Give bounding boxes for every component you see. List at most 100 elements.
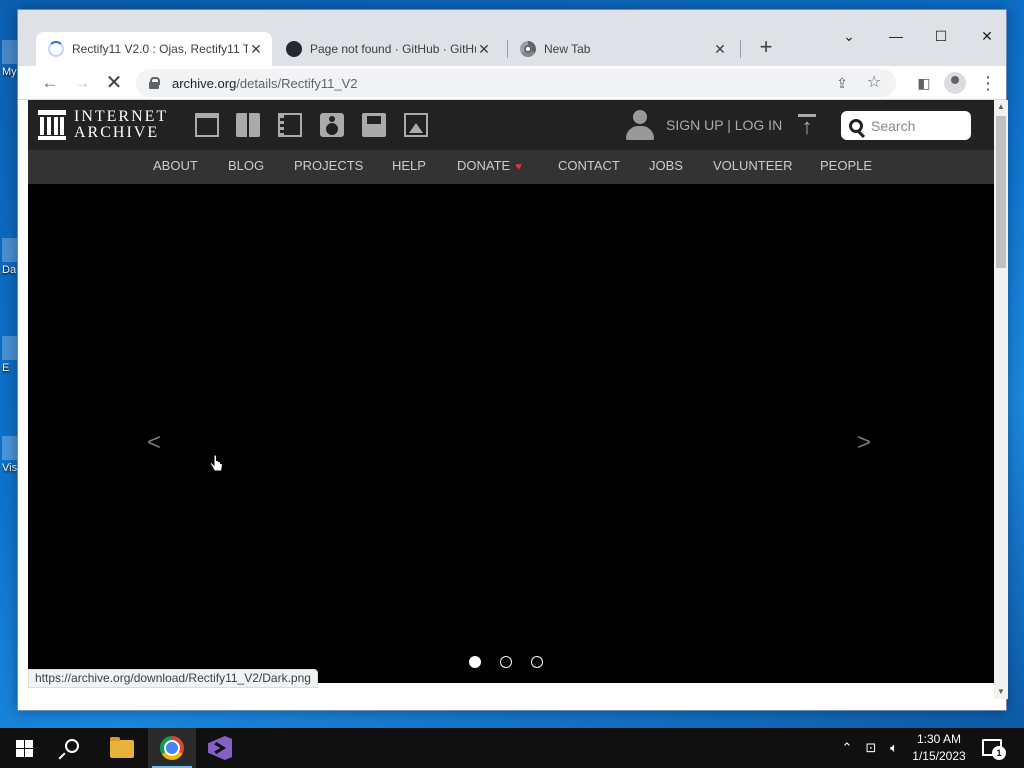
loading-spinner-icon — [48, 41, 64, 57]
texts-icon[interactable] — [236, 113, 260, 137]
chrome-icon — [160, 736, 184, 760]
desktop-shortcut-icon — [2, 336, 18, 360]
url-path: /details/Rectify11_V2 — [236, 75, 358, 91]
side-panel-icon[interactable]: ◧ — [912, 71, 936, 95]
software-icon[interactable] — [362, 113, 386, 137]
nav-donate-label: DONATE — [457, 158, 511, 173]
new-tab-button[interactable]: + — [754, 36, 778, 60]
tab-title: Page not found · GitHub · GitHub — [310, 42, 476, 56]
link-status-bubble: https://archive.org/download/Rectify11_V… — [28, 669, 318, 688]
carousel-dot-1[interactable] — [469, 656, 481, 668]
tray-chevron-up-icon[interactable]: ⌃ — [838, 728, 856, 768]
desktop-icon-da[interactable]: Da — [2, 238, 18, 276]
bookmark-star-icon[interactable]: ☆ — [862, 71, 886, 95]
carousel-dot-3[interactable] — [531, 656, 543, 668]
close-window-button[interactable]: ✕ — [973, 24, 1001, 48]
desktop-icon-label: E — [2, 362, 10, 374]
close-icon[interactable]: ✕ — [712, 41, 728, 57]
forward-button[interactable]: → — [70, 71, 94, 95]
clock-date: 1/15/2023 — [912, 749, 966, 763]
upload-icon[interactable] — [796, 114, 818, 140]
profile-avatar[interactable] — [944, 72, 966, 94]
tab-title: New Tab — [544, 42, 591, 56]
desktop-icon-label: My — [2, 66, 17, 78]
stop-loading-button[interactable]: ✕ — [102, 71, 126, 95]
nav-about[interactable]: ABOUT — [153, 150, 198, 184]
ia-logo-text: INTERNET ARCHIVE — [74, 109, 168, 141]
taskbar-file-explorer[interactable] — [98, 728, 146, 768]
audio-icon[interactable] — [320, 113, 344, 137]
minimize-button[interactable]: — — [882, 24, 910, 48]
ia-top-header: INTERNET ARCHIVE SIGN UP | LOG IN — [28, 100, 994, 150]
desktop-icon-my[interactable]: My — [2, 40, 18, 78]
carousel-prev-button[interactable]: < — [147, 429, 161, 457]
page-viewport: INTERNET ARCHIVE SIGN UP | LOG IN ABOUT … — [28, 100, 994, 683]
menu-kebab-icon[interactable]: ⋮ — [976, 71, 1000, 95]
ia-logo[interactable]: INTERNET ARCHIVE — [38, 109, 168, 141]
tab-github[interactable]: Page not found · GitHub · GitHub ✕ — [274, 32, 500, 66]
action-center-icon[interactable]: 1 — [980, 736, 1006, 760]
close-icon[interactable]: ✕ — [476, 41, 492, 57]
tab-search-button[interactable]: ⌄ — [835, 24, 863, 48]
nav-jobs[interactable]: JOBS — [649, 150, 683, 184]
close-icon[interactable]: ✕ — [248, 41, 264, 57]
taskbar-chrome[interactable] — [148, 728, 196, 768]
search-input[interactable] — [871, 117, 961, 134]
lock-icon[interactable] — [148, 77, 160, 89]
carousel-next-button[interactable]: > — [857, 429, 871, 457]
nav-projects[interactable]: PROJECTS — [294, 150, 363, 184]
network-icon[interactable]: ⊡ — [860, 728, 882, 768]
taskbar-clock[interactable]: 1:30 AM 1/15/2023 — [906, 731, 972, 765]
start-button[interactable] — [0, 728, 48, 768]
tab-separator — [740, 40, 741, 58]
images-icon[interactable] — [404, 113, 428, 137]
desktop-icon-label: Vis — [2, 462, 18, 474]
visual-studio-icon — [208, 736, 232, 760]
url-text[interactable]: archive.org/details/Rectify11_V2 — [172, 76, 357, 91]
nav-contact[interactable]: CONTACT — [558, 150, 620, 184]
desktop-shortcut-icon — [2, 238, 18, 262]
github-icon — [286, 41, 302, 57]
tab-strip: Rectify11 V2.0 : Ojas, Rectify11 Team ✕ … — [18, 10, 1006, 66]
page-scrollbar[interactable]: ▲ ▼ — [994, 100, 1008, 699]
scroll-up-arrow-icon[interactable]: ▲ — [994, 100, 1008, 114]
search-icon — [849, 118, 863, 133]
share-icon[interactable]: ⇪ — [830, 71, 854, 95]
tab-rectify11[interactable]: Rectify11 V2.0 : Ojas, Rectify11 Team ✕ — [36, 32, 272, 66]
nav-people[interactable]: PEOPLE — [820, 150, 872, 184]
scroll-down-arrow-icon[interactable]: ▼ — [994, 685, 1008, 699]
nav-volunteer[interactable]: VOLUNTEER — [713, 150, 792, 184]
taskbar-search-button[interactable] — [48, 728, 96, 768]
taskbar: ⌃ ⊡ 🔈︎ 1:30 AM 1/15/2023 1 — [0, 728, 1024, 768]
logo-line-1: INTERNET — [74, 108, 169, 125]
video-icon[interactable] — [278, 113, 302, 137]
carousel-dot-2[interactable] — [500, 656, 512, 668]
web-icon[interactable] — [195, 113, 219, 137]
nav-help[interactable]: HELP — [392, 150, 426, 184]
desktop-shortcut-icon — [2, 40, 18, 64]
chrome-icon — [520, 41, 536, 57]
desktop-icon-label: Da — [2, 264, 17, 276]
search-icon — [65, 739, 79, 753]
nav-blog[interactable]: BLOG — [228, 150, 264, 184]
tab-new-tab[interactable]: New Tab ✕ — [508, 32, 736, 66]
scroll-thumb[interactable] — [996, 116, 1006, 268]
taskbar-visual-studio[interactable] — [196, 728, 244, 768]
sign-up-log-in-link[interactable]: SIGN UP | LOG IN — [666, 117, 782, 133]
tab-title: Rectify11 V2.0 : Ojas, Rectify11 Team — [72, 42, 248, 56]
volume-icon[interactable]: 🔈︎ — [884, 728, 904, 768]
back-button[interactable]: ← — [38, 71, 62, 95]
maximize-button[interactable]: ☐ — [927, 24, 955, 48]
desktop-icon-vis[interactable]: Vis — [2, 436, 18, 474]
user-icon[interactable] — [626, 110, 654, 140]
ia-search-box[interactable] — [841, 111, 971, 140]
ia-nav-bar: ABOUT BLOG PROJECTS HELP DONATE ♥ CONTACT… — [28, 150, 994, 184]
address-bar[interactable]: archive.org/details/Rectify11_V2 ⇪ ☆ — [136, 69, 896, 97]
url-host: archive.org — [172, 75, 237, 91]
desktop-icon-e[interactable]: E — [2, 336, 18, 374]
desktop-shortcut-icon — [2, 436, 18, 460]
nav-donate[interactable]: DONATE ♥ — [457, 150, 522, 184]
archive-temple-icon — [38, 110, 66, 140]
browser-toolbar: ← → ✕ archive.org/details/Rectify11_V2 ⇪… — [18, 66, 1006, 100]
folder-icon — [110, 737, 134, 758]
